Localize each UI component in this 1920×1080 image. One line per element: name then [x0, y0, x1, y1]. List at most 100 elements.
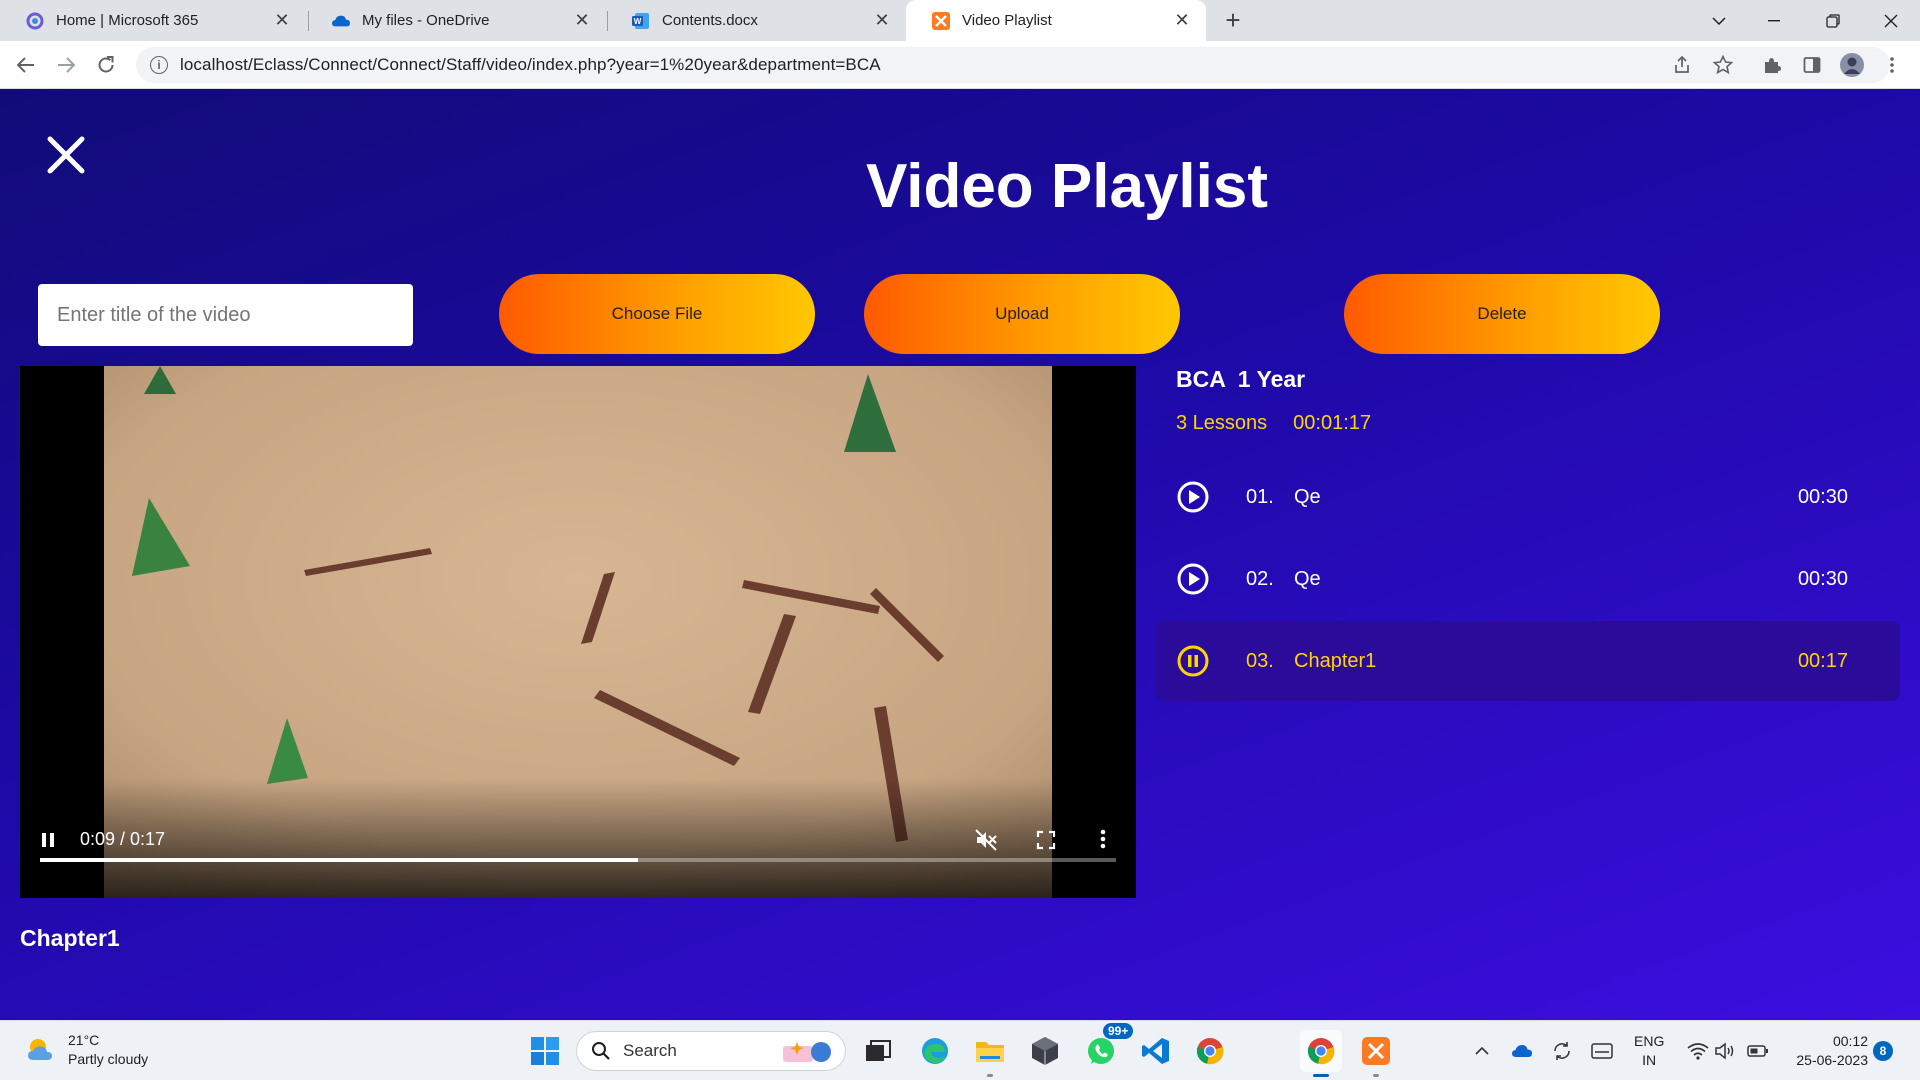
edge-icon[interactable] [917, 1033, 953, 1069]
extensions-icon[interactable] [1758, 51, 1786, 79]
fullscreen-icon[interactable] [1036, 830, 1056, 855]
lesson-duration: 00:17 [1797, 649, 1848, 672]
back-icon[interactable] [10, 49, 42, 81]
video-title-input[interactable] [38, 284, 413, 346]
delete-button[interactable]: Delete [1344, 274, 1660, 354]
touch-keyboard-icon[interactable] [1590, 1039, 1614, 1063]
tab-microsoft365[interactable]: Home | Microsoft 365 ✕ [0, 0, 306, 41]
upload-button[interactable]: Upload [864, 274, 1180, 354]
windows-taskbar: 21°C Partly cloudy Search 99+ ENG IN 00:… [0, 1020, 1920, 1080]
pause-circle-icon [1177, 645, 1209, 677]
video-player[interactable]: 0:09 / 0:17 [20, 366, 1136, 898]
active-indicator [1313, 1074, 1329, 1077]
video-playlist-page: Video Playlist Choose File Upload Delete [0, 89, 1920, 1020]
profile-avatar[interactable] [1838, 51, 1866, 79]
weather-widget[interactable]: 21°C Partly cloudy [24, 1031, 148, 1069]
share-icon[interactable] [1668, 51, 1696, 79]
playlist-item-active[interactable]: 03. Chapter1 00:17 [1156, 621, 1900, 701]
search-label: Search [623, 1041, 677, 1060]
video-controls-overlay [20, 778, 1136, 898]
lesson-number: 02. [1246, 567, 1274, 590]
tab-close-icon[interactable]: ✕ [872, 10, 892, 31]
search-highlight-icon [783, 1042, 831, 1062]
language-code: ENG [1634, 1033, 1665, 1049]
running-indicator [987, 1074, 993, 1077]
show-hidden-icons-chevron-icon[interactable] [1470, 1039, 1494, 1063]
site-info-icon[interactable]: i [150, 56, 168, 74]
onedrive-icon [332, 12, 350, 30]
battery-icon[interactable] [1746, 1039, 1770, 1063]
muted-volume-icon[interactable] [974, 828, 998, 857]
browser-tab-bar: Home | Microsoft 365 ✕ My files - OneDri… [0, 0, 1920, 41]
app-cube-icon[interactable] [1027, 1033, 1063, 1069]
partly-cloudy-icon [28, 1039, 52, 1060]
current-video-title: Chapter1 [20, 925, 120, 951]
total-duration: 00:01:17 [1293, 412, 1372, 434]
course-heading: BCA 1 Year [1176, 366, 1306, 392]
url-text: localhost/Eclass/Connect/Connect/Staff/v… [180, 55, 881, 74]
play-circle-icon [1177, 563, 1209, 595]
system-clock[interactable]: 00:12 25-06-2023 [1785, 1032, 1868, 1070]
file-explorer-icon[interactable] [972, 1033, 1008, 1077]
forward-icon[interactable] [50, 49, 82, 81]
tab-contents-docx[interactable]: W Contents.docx ✕ [606, 0, 906, 41]
sync-icon[interactable] [1550, 1039, 1574, 1063]
task-view-icon[interactable] [860, 1033, 896, 1069]
restore-button[interactable] [1808, 0, 1858, 41]
tab-close-icon[interactable]: ✕ [572, 10, 592, 31]
tab-close-icon[interactable]: ✕ [1172, 10, 1192, 31]
xampp-taskbar-icon[interactable] [1358, 1033, 1394, 1077]
tab-title: Contents.docx [662, 12, 758, 29]
chrome-active-icon[interactable] [1300, 1030, 1342, 1077]
lesson-name: Qe [1294, 485, 1321, 508]
play-circle-icon [1177, 481, 1209, 513]
weather-desc: Partly cloudy [68, 1051, 149, 1067]
minimize-button[interactable] [1749, 0, 1799, 41]
windows-logo-icon [531, 1037, 559, 1065]
word-icon: W [632, 12, 650, 30]
start-button[interactable] [527, 1033, 563, 1069]
video-progress-fill [40, 858, 639, 862]
lesson-name: Chapter1 [1294, 649, 1377, 672]
close-window-button[interactable] [1866, 0, 1916, 41]
notification-badge: 99+ [1103, 1023, 1134, 1039]
chrome-menu-icon[interactable] [1878, 51, 1906, 79]
new-tab-button[interactable]: + [1218, 5, 1248, 35]
notification-count-badge[interactable]: 8 [1873, 1041, 1893, 1061]
onedrive-tray-icon[interactable] [1510, 1039, 1534, 1063]
volume-icon[interactable] [1714, 1039, 1738, 1063]
more-options-icon[interactable] [1100, 829, 1106, 854]
tab-title: Home | Microsoft 365 [56, 12, 199, 29]
search-icon [592, 1042, 610, 1060]
reload-icon[interactable] [90, 49, 122, 81]
tab-video-playlist[interactable]: Video Playlist ✕ [906, 0, 1206, 41]
vscode-icon[interactable] [1138, 1033, 1174, 1069]
region-code: IN [1642, 1052, 1657, 1068]
tab-search-chevron-icon[interactable] [1694, 0, 1744, 41]
svg-text:W: W [634, 17, 642, 26]
tab-close-icon[interactable]: ✕ [272, 10, 292, 31]
video-progress-bar[interactable] [40, 858, 1116, 862]
bookmark-star-icon[interactable] [1709, 51, 1737, 79]
choose-file-button[interactable]: Choose File [499, 274, 815, 354]
page-title: Video Playlist [865, 152, 1269, 221]
tab-onedrive[interactable]: My files - OneDrive ✕ [306, 0, 606, 41]
playlist-item[interactable]: 02. Qe 00:30 [1156, 539, 1900, 619]
whatsapp-icon[interactable]: 99+ [1083, 1023, 1134, 1069]
running-indicator [1373, 1074, 1379, 1077]
video-time: 0:09 / 0:17 [80, 829, 166, 849]
address-bar[interactable]: i localhost/Eclass/Connect/Connect/Staff… [136, 47, 1890, 83]
tab-title: My files - OneDrive [362, 12, 490, 29]
pause-icon[interactable] [40, 832, 56, 853]
language-indicator[interactable]: ENG IN [1634, 1032, 1664, 1070]
chrome-icon[interactable] [1192, 1033, 1228, 1069]
wifi-icon[interactable] [1686, 1039, 1710, 1063]
playlist-item[interactable]: 01. Qe 00:30 [1156, 457, 1900, 537]
lesson-duration: 00:30 [1797, 567, 1848, 590]
microsoft365-icon [26, 12, 44, 30]
xampp-icon [932, 11, 950, 30]
side-panel-icon[interactable] [1798, 51, 1826, 79]
taskbar-search[interactable]: Search [576, 1031, 846, 1071]
lesson-number: 03. [1246, 649, 1274, 672]
lesson-duration: 00:30 [1797, 485, 1848, 508]
